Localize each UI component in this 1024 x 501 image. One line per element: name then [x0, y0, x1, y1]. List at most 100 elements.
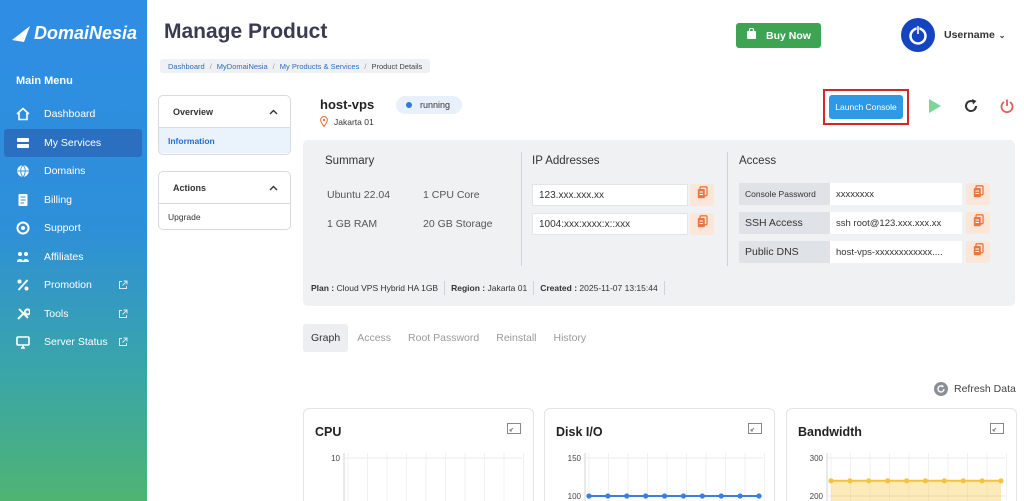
start-icon[interactable] [927, 98, 943, 114]
percent-icon [16, 278, 30, 292]
launch-console-button[interactable]: Launch Console [829, 95, 903, 119]
sidebar-item-server-status[interactable]: Server Status [4, 328, 142, 357]
power-logo-icon [909, 26, 927, 45]
panel-item-information[interactable]: Information [159, 128, 290, 153]
breadcrumb-products[interactable]: My Products & Services [280, 62, 360, 71]
copy-icon [973, 214, 984, 232]
external-link-icon [118, 280, 128, 290]
logo-mark-icon [12, 26, 30, 42]
data-point [586, 493, 592, 499]
location-label: Jakarta 01 [334, 116, 374, 127]
sidebar: DomaiNesia Main Menu Dashboard My Service… [0, 0, 147, 501]
breadcrumb-dashboard[interactable]: Dashboard [168, 62, 205, 71]
public-dns-label: Public DNS [739, 241, 830, 263]
data-point [605, 493, 611, 499]
ipv4-field[interactable]: 123.xxx.xxx.xx [532, 184, 688, 206]
sidebar-item-billing[interactable]: Billing [4, 186, 142, 215]
sidebar-item-domains[interactable]: Domains [4, 157, 142, 186]
buy-now-button[interactable]: Buy Now [736, 23, 821, 48]
data-point [756, 493, 762, 499]
tab-bar: Graph Access Root Password Reinstall His… [303, 324, 595, 352]
summary-os: Ubuntu 22.04 [327, 189, 391, 201]
sidebar-item-label: Promotion [44, 279, 92, 292]
access-title: Access [739, 155, 777, 167]
ip-title: IP Addresses [532, 155, 600, 167]
y-tick-label: 150 [568, 454, 582, 463]
avatar[interactable] [901, 18, 935, 52]
refresh-icon [934, 382, 948, 396]
y-tick-label: 10 [331, 454, 340, 463]
series-area [831, 480, 1001, 501]
breadcrumb-current: Product Details [371, 61, 423, 71]
refresh-data-button[interactable]: Refresh Data [934, 382, 1016, 396]
affiliates-icon [16, 250, 30, 264]
page-title: Manage Product [164, 20, 328, 43]
disk-io-chart: 150 100 [568, 453, 765, 501]
panel-item-upgrade[interactable]: Upgrade [159, 204, 290, 229]
data-point [828, 478, 834, 484]
data-point [847, 478, 853, 484]
public-dns-field[interactable]: host-vps-xxxxxxxxxxxx.... [830, 241, 962, 263]
copy-ipv4-button[interactable] [690, 184, 714, 206]
restart-icon[interactable] [963, 98, 979, 114]
copy-ssh-button[interactable] [966, 212, 990, 234]
buy-now-label: Buy Now [766, 29, 811, 42]
sidebar-item-support[interactable]: Support [4, 214, 142, 243]
host-name: host-vps [320, 97, 375, 112]
location-pin-icon [320, 116, 328, 127]
user-menu[interactable]: Username ⌄ [944, 29, 1005, 41]
copy-console-password-button[interactable] [966, 183, 990, 205]
plan-details: Plan : Cloud VPS Hybrid HA 1GB Region : … [311, 278, 671, 298]
tab-history[interactable]: History [546, 324, 595, 352]
external-link-icon [118, 309, 128, 319]
sidebar-item-label: Affiliates [44, 250, 84, 263]
overview-panel-header[interactable]: Overview [159, 96, 290, 128]
actions-panel-header[interactable]: Actions [159, 172, 290, 204]
tab-root-password[interactable]: Root Password [400, 324, 487, 352]
tab-access[interactable]: Access [349, 324, 399, 352]
sidebar-item-tools[interactable]: Tools [4, 300, 142, 329]
data-point [866, 478, 872, 484]
sidebar-item-label: Dashboard [44, 108, 96, 121]
data-point [680, 493, 687, 499]
console-password-field[interactable]: xxxxxxxx [830, 183, 962, 205]
home-icon [16, 107, 30, 121]
created-label: Created : [540, 283, 578, 293]
brand-logo[interactable]: DomaiNesia [10, 22, 137, 44]
chevron-up-icon [269, 185, 278, 190]
ssh-access-field[interactable]: ssh root@123.xxx.xxx.xx [830, 212, 962, 234]
support-icon [16, 221, 30, 235]
sidebar-item-dashboard[interactable]: Dashboard [4, 100, 142, 129]
y-tick-label: 300 [810, 454, 824, 463]
ssh-access-label: SSH Access [739, 212, 830, 234]
refresh-label: Refresh Data [954, 383, 1016, 395]
copy-icon [697, 186, 708, 204]
sidebar-item-label: Domains [44, 165, 86, 178]
external-link-icon [118, 337, 128, 347]
ipv6-field[interactable]: 1004:xxx:xxxx:x::xxx [532, 213, 688, 235]
sidebar-item-label: Server Status [44, 336, 108, 349]
y-tick-label: 200 [810, 492, 824, 501]
overview-title: Overview [173, 106, 214, 117]
power-off-icon[interactable] [999, 98, 1015, 114]
disk-io-chart-card: Disk I/O 150 100 [544, 408, 775, 501]
copy-dns-button[interactable] [966, 241, 990, 263]
data-point [998, 478, 1004, 484]
data-point [643, 493, 649, 499]
tab-reinstall[interactable]: Reinstall [488, 324, 544, 352]
host-location: Jakarta 01 [320, 116, 374, 127]
breadcrumb-mydomainesia[interactable]: MyDomaiNesia [217, 62, 268, 71]
tools-icon [16, 307, 30, 321]
chevron-up-icon [269, 109, 278, 114]
divider [727, 152, 728, 266]
data-point [885, 478, 891, 484]
shopping-bag-icon [746, 27, 757, 43]
bandwidth-chart: 300 200 [810, 453, 1007, 501]
console-password-label: Console Password [739, 183, 830, 205]
sidebar-item-my-services[interactable]: My Services [4, 128, 142, 157]
tab-graph[interactable]: Graph [303, 324, 349, 352]
sidebar-item-affiliates[interactable]: Affiliates [4, 243, 142, 272]
copy-ipv6-button[interactable] [690, 213, 714, 235]
sidebar-item-promotion[interactable]: Promotion [4, 271, 142, 300]
region-label: Region : [451, 283, 486, 293]
